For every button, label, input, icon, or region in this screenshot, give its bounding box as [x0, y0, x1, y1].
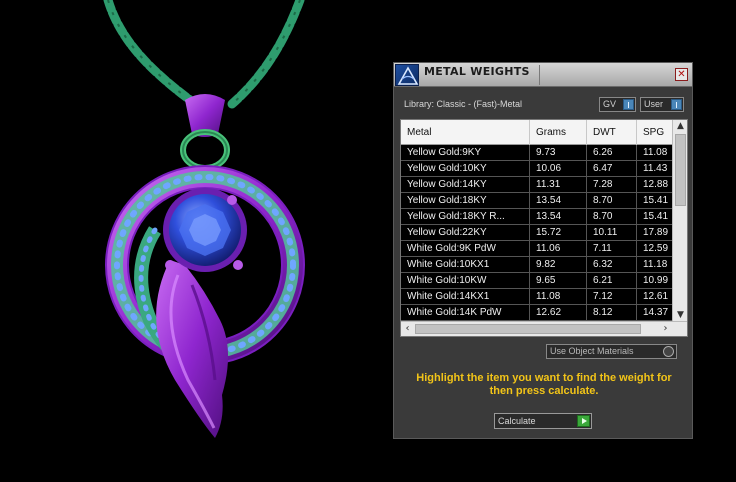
scroll-thumb[interactable]: [415, 324, 641, 334]
scroll-thumb[interactable]: [675, 134, 686, 206]
table-row[interactable]: White Gold:10KW 9.65 6.21 10.99: [401, 273, 673, 289]
cell-grams: 11.31: [530, 177, 587, 192]
use-object-materials-button[interactable]: Use Object Materials: [546, 344, 677, 359]
scroll-left-icon[interactable]: ‹: [401, 322, 414, 336]
calculate-button[interactable]: Calculate: [494, 413, 592, 429]
cell-metal: Yellow Gold:9KY: [401, 145, 530, 160]
cell-grams: 12.62: [530, 305, 587, 320]
table-row[interactable]: Yellow Gold:10KY 10.06 6.47 11.43: [401, 161, 673, 177]
cell-dwt: 6.47: [587, 161, 637, 176]
cell-metal: Yellow Gold:10KY: [401, 161, 530, 176]
cell-dwt: 8.70: [587, 209, 637, 224]
table-row[interactable]: White Gold:14KX1 11.08 7.12 12.61: [401, 289, 673, 305]
metal-weights-panel: METAL WEIGHTS ✕ Library: Classic - (Fast…: [393, 62, 693, 439]
cell-metal: Yellow Gold:14KY: [401, 177, 530, 192]
app-logo-icon: [395, 64, 419, 86]
cell-grams: 9.73: [530, 145, 587, 160]
cell-grams: 9.65: [530, 273, 587, 288]
cell-grams: 10.06: [530, 161, 587, 176]
calculate-label: Calculate: [498, 416, 536, 426]
cell-spg: 12.88: [643, 179, 669, 190]
cell-spg: 15.41: [643, 211, 669, 222]
panel-title: METAL WEIGHTS: [424, 65, 530, 78]
cell-metal: Yellow Gold:18KY R...: [401, 209, 530, 224]
cell-metal: Yellow Gold:22KY: [401, 225, 530, 240]
use-object-materials-label: Use Object Materials: [550, 346, 634, 356]
table-row[interactable]: Yellow Gold:18KY 13.54 8.70 15.41: [401, 193, 673, 209]
cell-dwt: 8.70: [587, 193, 637, 208]
cell-metal: White Gold:14KX1: [401, 289, 530, 304]
cell-spg: 14.37: [643, 307, 669, 318]
cell-dwt: 6.21: [587, 273, 637, 288]
cell-grams: 15.72: [530, 225, 587, 240]
cell-spg: 12.61: [643, 291, 669, 302]
instruction-text: Highlight the item you want to find the …: [416, 372, 672, 397]
cell-spg: 10.99: [643, 275, 669, 286]
table-row[interactable]: White Gold:10KX1 9.82 6.32 11.18: [401, 257, 673, 273]
radio-icon: [663, 346, 674, 357]
cell-dwt: 7.28: [587, 177, 637, 192]
table-row[interactable]: White Gold:9K PdW 11.06 7.11 12.59: [401, 241, 673, 257]
cell-dwt: 7.11: [587, 241, 637, 256]
user-toggle-button[interactable]: User: [640, 97, 684, 112]
cell-dwt: 10.11: [587, 225, 637, 240]
cell-grams: 9.82: [530, 257, 587, 272]
cell-metal: White Gold:14K PdW: [401, 305, 530, 320]
cell-dwt: 6.26: [587, 145, 637, 160]
cell-spg: 11.08: [643, 147, 668, 158]
cell-dwt: 8.12: [587, 305, 637, 320]
table-body: Yellow Gold:9KY 9.73 6.26 11.08 Yellow Gold:…: [401, 145, 673, 321]
horizontal-scrollbar[interactable]: ‹ ›: [401, 321, 687, 336]
cell-spg: 15.41: [643, 195, 669, 206]
chain: [103, 0, 305, 109]
header-spg[interactable]: SPG: [637, 120, 677, 145]
cell-spg: 17.89: [643, 227, 669, 238]
scroll-up-icon[interactable]: ▲: [673, 120, 687, 133]
gv-toggle-button[interactable]: GV: [599, 97, 636, 112]
cell-dwt: 6.32: [587, 257, 637, 272]
cell-metal: White Gold:10KW: [401, 273, 530, 288]
scroll-right-icon[interactable]: ›: [659, 322, 672, 336]
center-gem: [163, 188, 247, 272]
toggle-icon: [671, 99, 682, 110]
cell-metal: Yellow Gold:18KY: [401, 193, 530, 208]
cell-spg: 11.18: [643, 259, 668, 270]
cell-spg: 11.43: [643, 163, 668, 174]
table-row[interactable]: White Gold:14K PdW 12.62 8.12 14.37: [401, 305, 673, 321]
toggle-icon: [623, 99, 634, 110]
header-metal[interactable]: Metal: [401, 120, 530, 145]
table-row[interactable]: Yellow Gold:22KY 15.72 10.11 17.89: [401, 225, 673, 241]
cell-grams: 13.54: [530, 209, 587, 224]
title-divider: [539, 65, 540, 85]
cell-grams: 11.08: [530, 289, 587, 304]
header-dwt[interactable]: DWT: [587, 120, 637, 145]
cell-metal: White Gold:10KX1: [401, 257, 530, 272]
cell-spg: 12.59: [643, 243, 669, 254]
title-bar[interactable]: METAL WEIGHTS ✕: [394, 63, 692, 87]
vertical-scrollbar[interactable]: ▲ ▼: [672, 120, 687, 322]
header-grams[interactable]: Grams: [530, 120, 587, 145]
library-label: Library: Classic - (Fast)-Metal: [404, 99, 523, 109]
table-header: Metal Grams DWT SPG: [401, 120, 673, 145]
table-row[interactable]: Yellow Gold:14KY 11.31 7.28 12.88: [401, 177, 673, 193]
cell-grams: 11.06: [530, 241, 587, 256]
cell-dwt: 7.12: [587, 289, 637, 304]
user-label: User: [644, 99, 664, 109]
cell-metal: White Gold:9K PdW: [401, 241, 530, 256]
table-row[interactable]: Yellow Gold:18KY R... 13.54 8.70 15.41: [401, 209, 673, 225]
gv-label: GV: [603, 99, 617, 109]
cell-grams: 13.54: [530, 193, 587, 208]
close-icon[interactable]: ✕: [675, 68, 688, 81]
table-row[interactable]: Yellow Gold:9KY 9.73 6.26 11.08: [401, 145, 673, 161]
metal-table[interactable]: Metal Grams DWT SPG Yellow Gold:9KY 9.73 6…: [400, 119, 688, 337]
play-icon: [577, 415, 590, 427]
